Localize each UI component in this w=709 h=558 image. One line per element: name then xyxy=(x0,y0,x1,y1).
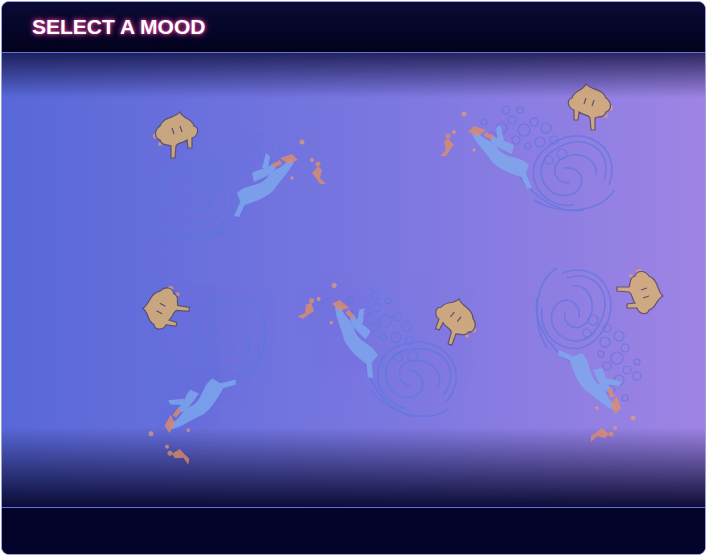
splat-icon xyxy=(568,84,610,130)
runners-icon xyxy=(591,388,621,442)
figures-icon xyxy=(472,125,532,189)
swirl-icon xyxy=(536,268,611,368)
swirl-icon xyxy=(514,136,614,211)
splat-icon xyxy=(156,112,198,158)
mood-art-icon xyxy=(260,230,499,439)
mood-art-icon xyxy=(424,70,624,220)
mood-art-icon xyxy=(527,258,677,458)
mood-art-icon xyxy=(101,268,283,491)
runners-icon xyxy=(272,154,326,184)
mood-select-screen: SELECT A MOOD xyxy=(1,1,706,555)
mood-tile[interactable] xyxy=(101,268,283,491)
mood-tile[interactable] xyxy=(527,258,677,458)
runners-icon xyxy=(159,406,198,464)
mood-stage xyxy=(2,53,705,507)
mood-tile[interactable] xyxy=(424,70,624,220)
runners-icon xyxy=(440,126,494,156)
splat-icon xyxy=(140,284,193,333)
swirl-icon xyxy=(152,164,252,239)
swirl-icon xyxy=(181,290,272,401)
splat-icon xyxy=(617,272,663,314)
splat-icon xyxy=(427,293,482,351)
figures-icon xyxy=(234,153,294,217)
screen-title: SELECT A MOOD xyxy=(32,15,205,39)
figures-icon xyxy=(558,350,622,410)
header-bar: SELECT A MOOD xyxy=(2,2,705,53)
mood-art-icon xyxy=(142,98,342,248)
mood-tile[interactable] xyxy=(142,98,342,248)
footer-bar xyxy=(2,507,705,554)
figures-icon xyxy=(163,369,236,439)
bubbles-icon xyxy=(146,331,218,426)
mood-tile[interactable] xyxy=(260,230,499,439)
runners-icon xyxy=(297,288,358,335)
figures-icon xyxy=(316,298,394,379)
